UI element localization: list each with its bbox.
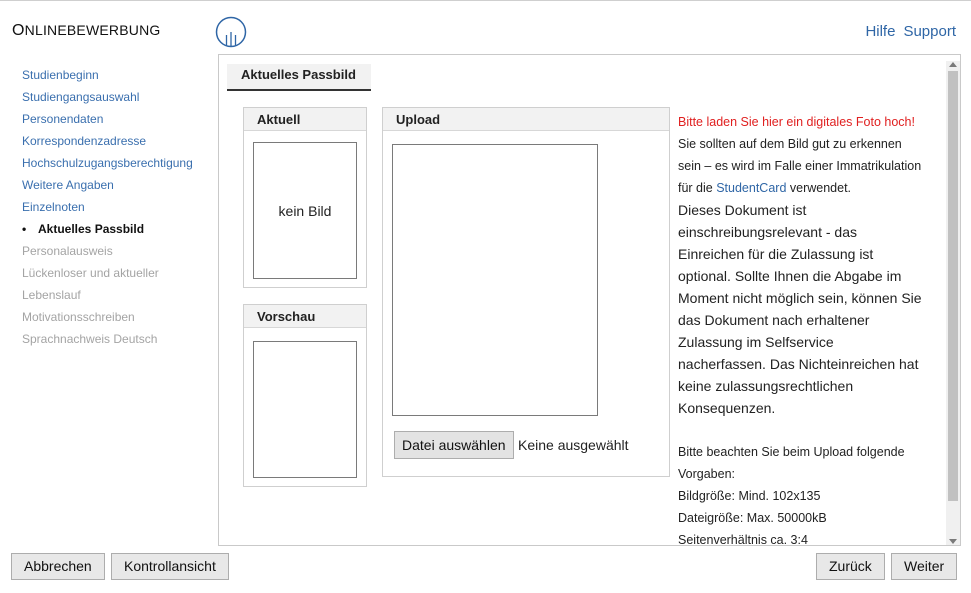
next-button[interactable]: Weiter <box>891 553 958 580</box>
instruction-line: für die StudentCard verwendet. <box>678 181 852 195</box>
relevance-line: Einreichen für die Zulassung ist <box>678 246 874 262</box>
university-logo-icon <box>215 16 247 48</box>
no-image-text: kein Bild <box>278 202 332 219</box>
sidebar-item-lebenslauf: Lebenslauf <box>22 288 81 302</box>
relevance-line: nacherfassen. Das Nichteinreichen hat <box>678 356 919 372</box>
requirement-line: Seitenverhältnis ca. 3:4 <box>678 533 808 546</box>
sidebar-item-studiengangsauswahl[interactable]: Studiengangsauswahl <box>22 86 212 108</box>
sidebar-item-personalausweis: Personalausweis <box>22 244 113 258</box>
relevance-line: Zulassung im Selfservice <box>678 334 834 350</box>
relevance-line: das Dokument nach erhaltener <box>678 312 870 328</box>
requirement-line: Bildgröße: Mind. 102x135 <box>678 489 821 503</box>
vertical-scrollbar[interactable] <box>946 61 960 545</box>
support-link[interactable]: Support <box>903 23 956 40</box>
sidebar-item-hochschulzugangsberechtigung[interactable]: Hochschulzugangsberechtigung <box>22 152 212 174</box>
current-photo-header: Aktuell <box>244 108 366 131</box>
active-bullet-icon: • <box>22 222 27 236</box>
main-content-panel: Aktuelles Passbild Aktuell kein Bild Vor… <box>218 54 961 546</box>
relevance-line: optional. Sollte Ihnen die Abgabe im <box>678 268 902 284</box>
instructions-text: Bitte laden Sie hier ein digitales Foto … <box>678 111 943 546</box>
requirement-line: Vorgaben: <box>678 467 735 481</box>
app-title: ONLINEBEWERBUNG <box>12 22 161 39</box>
upload-header: Upload <box>383 108 669 131</box>
sidebar-item-motivationsschreiben: Motivationsschreiben <box>22 310 135 324</box>
sidebar-item-aktuelles-passbild[interactable]: • Aktuelles Passbild <box>22 218 212 240</box>
instruction-headline: Bitte laden Sie hier ein digitales Foto … <box>678 115 915 129</box>
relevance-line: keine zulassungsrechtlichen <box>678 378 854 394</box>
relevance-line: einschreibungsrelevant - das <box>678 224 857 240</box>
scroll-up-icon[interactable] <box>949 62 957 67</box>
sidebar-item-studienbeginn[interactable]: Studienbeginn <box>22 64 212 86</box>
preview-frame <box>253 341 357 478</box>
back-button[interactable]: Zurück <box>816 553 885 580</box>
upload-drop-area[interactable] <box>392 144 598 416</box>
sidebar-item-personendaten[interactable]: Personendaten <box>22 108 212 130</box>
scrollbar-thumb[interactable] <box>948 71 958 501</box>
relevance-line: Konsequenzen. <box>678 400 776 416</box>
top-border <box>0 0 971 1</box>
requirement-line: Dateigröße: Max. 50000kB <box>678 511 827 525</box>
sidebar-nav: Studienbeginn Studiengangsauswahl Person… <box>22 64 212 350</box>
instruction-line: Sie sollten auf dem Bild gut zu erkennen <box>678 137 902 151</box>
studentcard-link[interactable]: StudentCard <box>716 181 786 195</box>
relevance-line: Moment nicht möglich sein, können Sie <box>678 290 922 306</box>
preview-header: Vorschau <box>244 305 366 328</box>
instruction-line: sein – es wird im Falle einer Immatrikul… <box>678 159 922 173</box>
scroll-down-icon[interactable] <box>949 539 957 544</box>
relevance-line: Dieses Dokument ist <box>678 202 807 218</box>
top-links: Hilfe Support <box>857 23 956 40</box>
sidebar-item-lueckenloser: Lückenloser und aktueller <box>22 266 159 280</box>
tab-aktuelles-passbild[interactable]: Aktuelles Passbild <box>227 64 371 91</box>
file-status-text: Keine ausgewählt <box>518 437 629 453</box>
sidebar-item-label: Aktuelles Passbild <box>38 222 145 236</box>
current-photo-panel: Aktuell kein Bild <box>243 107 367 288</box>
control-view-button[interactable]: Kontrollansicht <box>111 553 229 580</box>
current-photo-frame: kein Bild <box>253 142 357 279</box>
sidebar-item-weitere-angaben[interactable]: Weitere Angaben <box>22 174 212 196</box>
help-link[interactable]: Hilfe <box>865 23 895 40</box>
preview-panel: Vorschau <box>243 304 367 487</box>
requirement-line: Bitte beachten Sie beim Upload folgende <box>678 445 905 459</box>
upload-panel: Upload Datei auswählen Keine ausgewählt <box>382 107 670 477</box>
sidebar-item-korrespondenzadresse[interactable]: Korrespondenzadresse <box>22 130 212 152</box>
sidebar-item-einzelnoten[interactable]: Einzelnoten <box>22 196 212 218</box>
choose-file-button[interactable]: Datei auswählen <box>394 431 514 459</box>
cancel-button[interactable]: Abbrechen <box>11 553 105 580</box>
sidebar-item-sprachnachweis: Sprachnachweis Deutsch <box>22 332 158 346</box>
